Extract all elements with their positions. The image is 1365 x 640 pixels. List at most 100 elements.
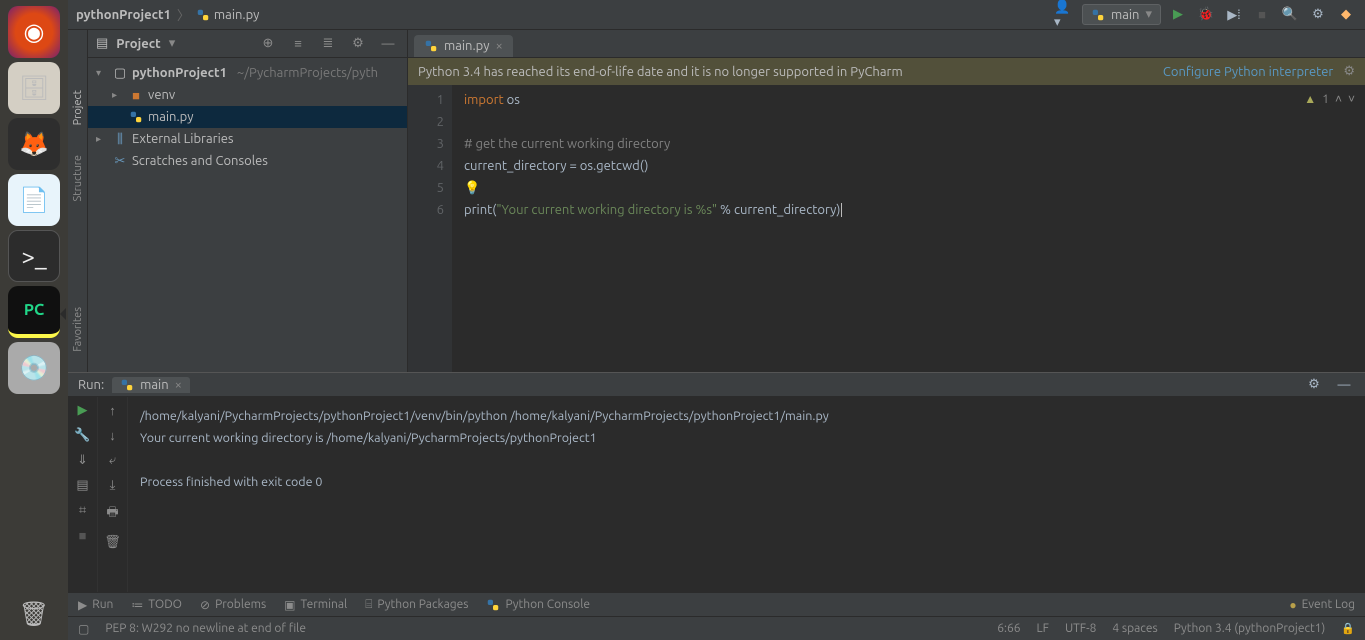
tool-todo[interactable]: ≔TODO <box>131 598 182 612</box>
expand-all-icon[interactable]: ≡ <box>287 33 309 55</box>
lock-icon[interactable]: 🔒 <box>1341 622 1355 635</box>
down-icon[interactable]: ⇓ <box>77 453 88 468</box>
settings-gear-icon[interactable]: ⚙ <box>1307 4 1329 26</box>
collapse-arrow-icon[interactable]: ▾ <box>96 67 108 79</box>
trash-output-icon[interactable]: 🗑 <box>104 535 121 550</box>
collapse-all-icon[interactable]: ≣ <box>317 33 339 55</box>
add-user-icon[interactable]: 👤▾ <box>1054 4 1076 26</box>
print-icon[interactable]: 🖶 <box>106 503 118 525</box>
left-tool-stripe: Project Structure Favorites <box>68 30 88 372</box>
tool-label: Python Packages <box>377 598 468 611</box>
bottom-tool-stripe: ▶Run ≔TODO ⊘Problems ▣Terminal ⌸ Python P… <box>68 592 1365 616</box>
expand-arrow-icon[interactable]: ▸ <box>96 133 108 145</box>
dock-firefox-icon[interactable]: 🦊 <box>8 118 60 170</box>
dock-pycharm-icon[interactable]: PC <box>8 286 60 338</box>
console-line: Process finished with exit code 0 <box>140 471 1353 493</box>
dock-trash-icon[interactable]: 🗑 <box>8 588 60 640</box>
layout-icon[interactable]: ▤ <box>76 478 88 493</box>
run-tab[interactable]: main × <box>112 377 190 393</box>
intention-bulb-icon[interactable]: 💡 <box>464 181 480 195</box>
dock-disk-icon[interactable]: 💿 <box>8 342 60 394</box>
dock-ubuntu-icon[interactable]: ◉ <box>8 6 60 58</box>
pin-icon[interactable]: ⌗ <box>79 503 86 518</box>
stop-run-icon[interactable]: ■ <box>79 528 87 543</box>
file-encoding[interactable]: UTF-8 <box>1065 622 1096 635</box>
editor-tab-main[interactable]: main.py × <box>414 35 513 57</box>
sidebar-tab-project[interactable]: Project <box>72 90 84 125</box>
wrench-icon[interactable]: 🔧 <box>74 428 90 443</box>
tool-windows-icon[interactable]: ▢ <box>78 622 89 636</box>
project-panel-title[interactable]: Project <box>116 37 160 51</box>
tree-item-scratches[interactable]: ✂ Scratches and Consoles <box>88 150 407 172</box>
tool-python-packages[interactable]: ⌸ Python Packages <box>365 598 468 612</box>
rerun-icon[interactable]: ▶ <box>78 403 88 418</box>
python-file-icon <box>196 8 210 22</box>
expand-arrow-icon[interactable]: ▸ <box>112 89 124 101</box>
coverage-button[interactable]: ▶⁞ <box>1223 4 1245 26</box>
packages-icon: ⌸ <box>365 598 372 612</box>
scrollbar-horizontal[interactable] <box>88 362 407 372</box>
run-console-output[interactable]: /home/kalyani/PycharmProjects/pythonProj… <box>128 397 1365 592</box>
line-number: 5 <box>408 177 444 199</box>
project-tree[interactable]: ▾ ▢ pythonProject1 ~/PycharmProjects/pyt… <box>88 58 407 362</box>
up-stack-icon[interactable]: ↑ <box>109 403 116 418</box>
close-tab-icon[interactable]: × <box>175 378 182 392</box>
code-string: "Your current working directory is %s" <box>496 203 717 217</box>
tree-item-venv[interactable]: ▸ ■ venv <box>88 84 407 106</box>
locate-icon[interactable]: ⊕ <box>257 33 279 55</box>
tree-item-main[interactable]: main.py <box>88 106 407 128</box>
tree-item-label: Scratches and Consoles <box>132 154 268 168</box>
breadcrumb-file-label: main.py <box>214 8 260 22</box>
code-content[interactable]: import os # get the current working dire… <box>452 85 1365 372</box>
stop-button[interactable]: ■ <box>1251 4 1273 26</box>
sidebar-tab-favorites[interactable]: Favorites <box>72 307 84 352</box>
terminal-icon: ▣ <box>284 598 295 612</box>
tool-label: Python Console <box>505 598 590 611</box>
breadcrumb-file[interactable]: main.py <box>196 8 260 22</box>
hide-run-icon[interactable]: — <box>1333 374 1355 396</box>
scroll-end-icon[interactable]: ⤓ <box>110 478 116 493</box>
inspection-widget[interactable]: ▲ 1 ˄ ˅ <box>1304 89 1355 111</box>
dock-writer-icon[interactable]: 📄 <box>8 174 60 226</box>
line-number: 1 <box>408 89 444 111</box>
chevron-down-icon[interactable]: ▾ <box>169 36 176 51</box>
debug-button[interactable]: 🐞 <box>1195 4 1217 26</box>
tool-python-console[interactable]: Python Console <box>486 598 590 612</box>
tool-terminal[interactable]: ▣Terminal <box>284 598 347 612</box>
search-everywhere-icon[interactable]: 🔍 <box>1279 4 1301 26</box>
banner-settings-icon[interactable]: ⚙ <box>1343 64 1355 79</box>
hide-panel-icon[interactable]: — <box>377 33 399 55</box>
run-button[interactable]: ▶ <box>1167 4 1189 26</box>
dock-terminal-icon[interactable]: >_ <box>8 230 60 282</box>
sidebar-tab-structure[interactable]: Structure <box>72 155 84 202</box>
run-settings-icon[interactable]: ⚙ <box>1303 374 1325 396</box>
indent-setting[interactable]: 4 spaces <box>1112 622 1157 635</box>
code-editor[interactable]: 1 2 3 4 5 6 import os # get the current … <box>408 85 1365 372</box>
run-config-label: main <box>1111 8 1139 22</box>
configure-interpreter-link[interactable]: Configure Python interpreter <box>1163 65 1333 79</box>
tool-event-log[interactable]: ●Event Log <box>1289 598 1355 612</box>
console-line: /home/kalyani/PycharmProjects/pythonProj… <box>140 405 1353 427</box>
interpreter-status[interactable]: Python 3.4 (pythonProject1) <box>1174 622 1326 635</box>
ide-toolbox-icon[interactable]: ◆ <box>1335 4 1357 26</box>
caret-position[interactable]: 6:66 <box>997 622 1020 635</box>
editor-tab-label: main.py <box>444 39 490 53</box>
next-highlight-icon[interactable]: ˅ <box>1348 89 1355 111</box>
line-separator[interactable]: LF <box>1037 622 1049 635</box>
close-tab-icon[interactable]: × <box>496 39 503 53</box>
breadcrumb-project[interactable]: pythonProject1 <box>76 8 171 22</box>
line-number: 3 <box>408 133 444 155</box>
tree-root[interactable]: ▾ ▢ pythonProject1 ~/PycharmProjects/pyt… <box>88 62 407 84</box>
prev-highlight-icon[interactable]: ˄ <box>1335 89 1342 111</box>
tool-problems[interactable]: ⊘Problems <box>200 598 266 612</box>
down-stack-icon[interactable]: ↓ <box>109 428 116 443</box>
panel-settings-icon[interactable]: ⚙ <box>347 33 369 55</box>
run-config-dropdown[interactable]: main ▾ <box>1082 4 1161 25</box>
dock-files-icon[interactable]: 🗄 <box>8 62 60 114</box>
tool-run[interactable]: ▶Run <box>78 598 113 612</box>
ide-window: pythonProject1 〉 main.py 👤▾ main ▾ ▶ 🐞 ▶… <box>68 0 1365 640</box>
run-tool-window: Run: main × ⚙ — ▶ 🔧 ⇓ ▤ ⌗ ■ <box>68 372 1365 592</box>
tree-item-external-libs[interactable]: ▸ ⫼ External Libraries <box>88 128 407 150</box>
soft-wrap-icon[interactable]: ⤶ <box>109 453 116 468</box>
editor-gutter: 1 2 3 4 5 6 <box>408 85 452 372</box>
